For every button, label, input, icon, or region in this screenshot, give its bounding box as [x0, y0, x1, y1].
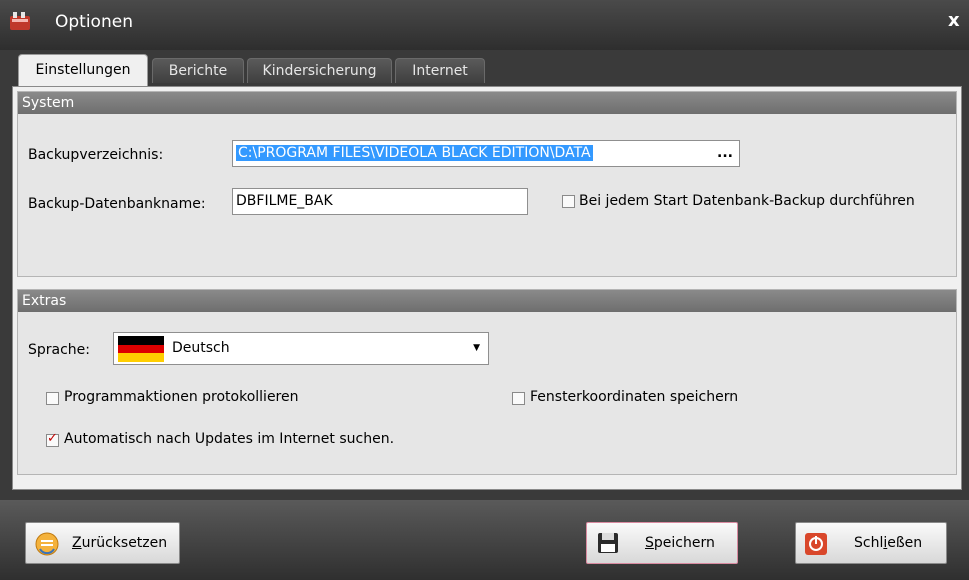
tab-kindersicherung[interactable]: Kindersicherung — [247, 58, 392, 83]
system-group: System Backupverzeichnis: C:\PROGRAM FIL… — [17, 91, 957, 277]
extras-group: Extras Sprache: Deutsch ▼ Programmaktion… — [17, 289, 957, 475]
backup-dir-input[interactable]: C:\PROGRAM FILES\VIDEOLA BLACK EDITION\D… — [232, 140, 740, 167]
tab-einstellungen[interactable]: Einstellungen — [18, 54, 148, 86]
backup-dir-label: Backupverzeichnis: — [28, 147, 164, 163]
button-bar: Zurücksetzen Speichern Schließen — [0, 500, 969, 580]
check-mark-icon: ✓ — [47, 431, 58, 446]
reset-icon — [35, 532, 59, 556]
save-hotkey: S — [645, 535, 654, 551]
extras-group-header: Extras — [18, 290, 956, 312]
title-bar[interactable]: Optionen x — [0, 0, 969, 50]
reset-hotkey: Z — [72, 535, 82, 551]
power-icon — [805, 533, 827, 555]
backup-dir-value: C:\PROGRAM FILES\VIDEOLA BLACK EDITION\D… — [236, 145, 593, 161]
reset-button[interactable]: Zurücksetzen — [25, 522, 180, 564]
tab-content: System Backupverzeichnis: C:\PROGRAM FIL… — [12, 86, 962, 490]
browse-button[interactable]: ... — [717, 141, 733, 166]
flag-stripe-red — [118, 344, 164, 354]
system-group-header: System — [18, 92, 956, 114]
log-actions-checkbox[interactable] — [46, 392, 59, 405]
db-name-input[interactable]: DBFILME_BAK — [232, 188, 528, 215]
reset-label-rest: urücksetzen — [81, 535, 168, 551]
close-button-label: Schließen — [854, 535, 922, 551]
backup-on-start-label: Bei jedem Start Datenbank-Backup durchfü… — [579, 193, 915, 209]
save-button[interactable]: Speichern — [586, 522, 738, 564]
auto-update-checkbox[interactable]: ✓ — [46, 431, 59, 447]
close-button[interactable]: Schließen — [795, 522, 947, 564]
flag-stripe-gold — [118, 353, 164, 362]
dropdown-arrow-icon[interactable]: ▼ — [473, 343, 480, 353]
options-window: Optionen x Einstellungen Berichte Kinder… — [0, 0, 969, 580]
save-coords-checkbox[interactable] — [512, 392, 525, 405]
backup-on-start-checkbox[interactable] — [562, 195, 575, 208]
save-coords-label: Fensterkoordinaten speichern — [530, 389, 739, 405]
floppy-disk-icon — [598, 533, 618, 553]
language-select[interactable]: Deutsch ▼ — [113, 332, 489, 365]
language-label: Sprache: — [28, 342, 91, 358]
german-flag-icon — [118, 336, 164, 362]
reset-button-label: Zurücksetzen — [72, 535, 167, 551]
language-value: Deutsch — [172, 340, 230, 356]
save-label-rest: peichern — [653, 535, 715, 551]
tab-internet[interactable]: Internet — [395, 58, 485, 83]
app-icon — [10, 12, 30, 30]
close-icon[interactable]: x — [948, 10, 960, 31]
close-label-rest: eßen — [887, 535, 923, 551]
log-actions-label: Programmaktionen protokollieren — [64, 389, 299, 405]
db-name-label: Backup-Datenbankname: — [28, 196, 206, 212]
save-button-label: Speichern — [645, 535, 715, 551]
tab-berichte[interactable]: Berichte — [152, 58, 244, 83]
close-label-prefix: Schl — [854, 535, 884, 551]
window-title: Optionen — [55, 12, 133, 32]
flag-stripe-black — [118, 336, 164, 345]
auto-update-label: Automatisch nach Updates im Internet suc… — [64, 431, 395, 447]
